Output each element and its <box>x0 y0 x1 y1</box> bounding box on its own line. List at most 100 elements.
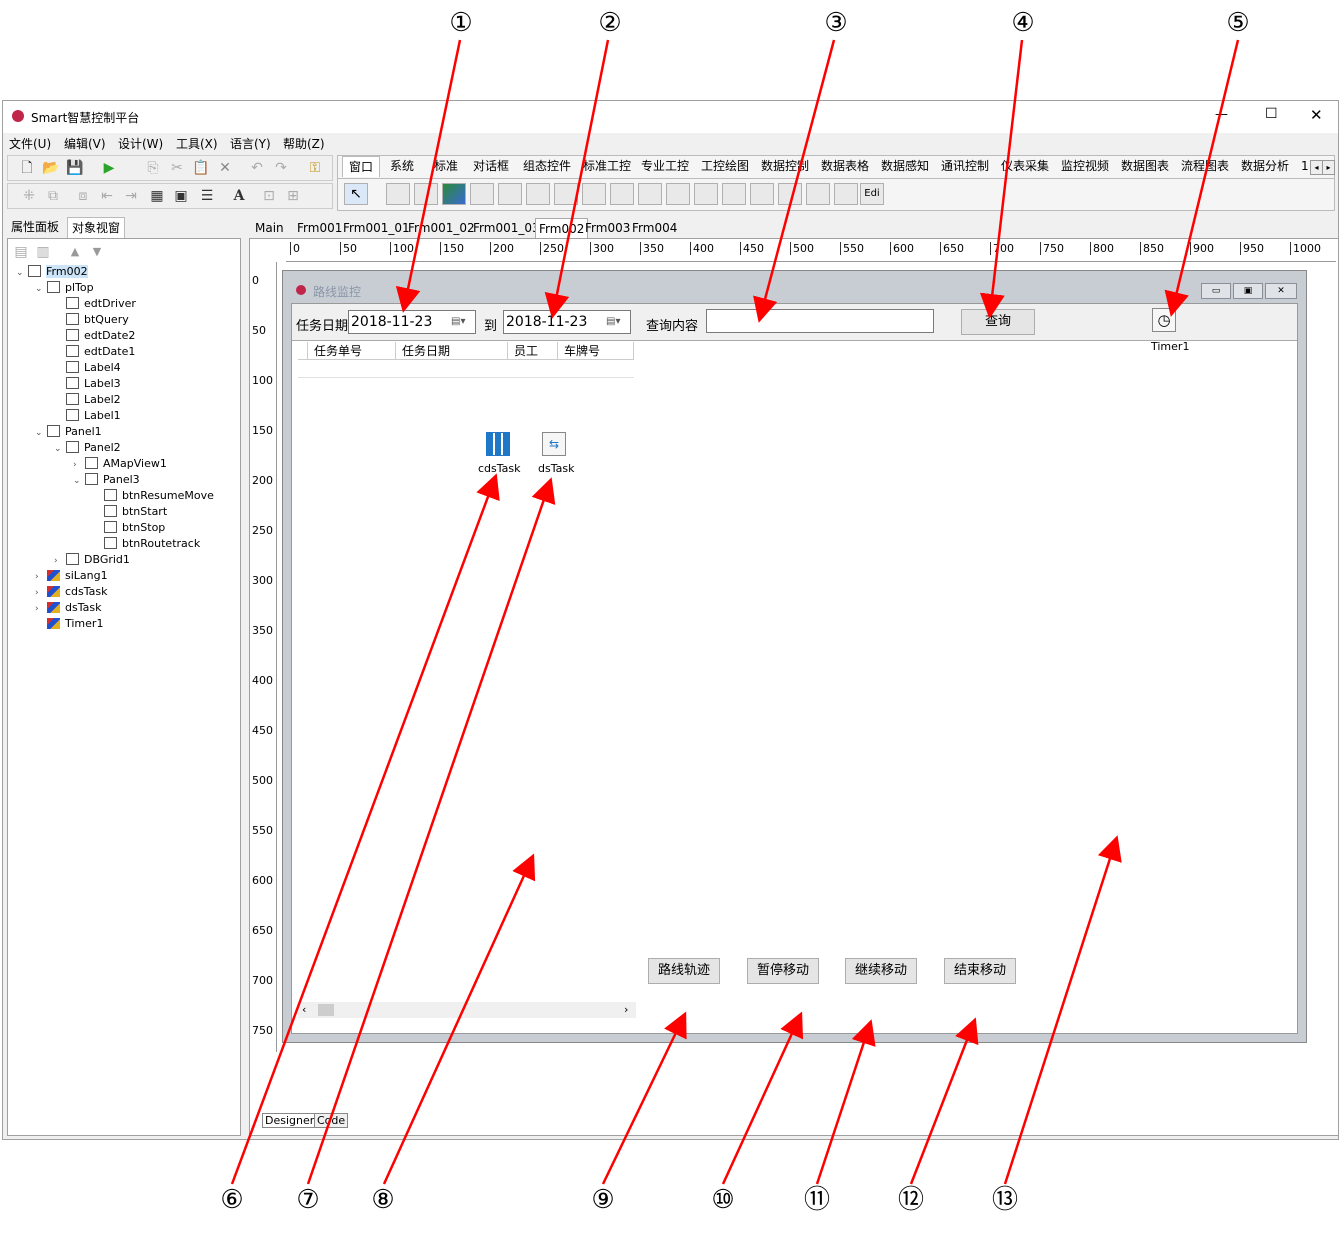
tree-node[interactable]: edtDate1 <box>54 345 135 359</box>
copy-icon[interactable]: ⎘ <box>144 159 162 177</box>
tree-node[interactable]: › DBGrid1 <box>54 553 130 567</box>
palette-tabcontrol-icon[interactable] <box>638 183 662 205</box>
calendar-dropdown-icon[interactable]: ▤▾ <box>451 314 473 330</box>
palette-tab-instrument[interactable]: 仪表采集 <box>1001 156 1049 176</box>
maximize-button[interactable]: ☐ <box>1265 106 1278 122</box>
palette-tab-video[interactable]: 监控视频 <box>1061 156 1109 176</box>
designer-tab-frm001-02[interactable]: Frm001_02 <box>408 218 475 238</box>
chevron-right-icon[interactable]: › <box>35 586 47 600</box>
scroll-thumb[interactable] <box>318 1004 334 1016</box>
menu-tools[interactable]: 工具(X) <box>176 135 218 152</box>
palette-tab-dialog[interactable]: 对话框 <box>473 156 509 176</box>
tab-object-view[interactable]: 对象视窗 <box>67 217 126 238</box>
menu-language[interactable]: 语言(Y) <box>230 135 271 152</box>
scroll-left-icon[interactable]: ‹ <box>302 1003 306 1016</box>
tree-collapse-icon[interactable]: ▤ <box>12 243 30 261</box>
grid-col-task-date[interactable]: 任务日期 <box>396 342 508 360</box>
tree-node[interactable]: btnRoutetrack <box>92 537 200 551</box>
palette-listview-icon[interactable] <box>722 183 746 205</box>
save-icon[interactable]: 💾 <box>66 159 84 177</box>
form-minimize-button[interactable]: ▭ <box>1201 283 1231 299</box>
palette-datetime-icon[interactable] <box>806 183 830 205</box>
palette-statusbar-icon[interactable] <box>778 183 802 205</box>
chevron-right-icon[interactable]: › <box>54 554 66 568</box>
component-2-icon[interactable]: ▣ <box>172 187 190 205</box>
grid-col-plate-no[interactable]: 车牌号 <box>558 342 634 360</box>
designer-tab-frm004[interactable]: Frm004 <box>632 218 677 238</box>
tree-node[interactable]: ⌄ Panel2 <box>54 441 121 455</box>
palette-edit-icon[interactable]: Edi <box>860 183 884 205</box>
move-down-icon[interactable]: ▼ <box>88 243 106 261</box>
form-close-button[interactable]: ✕ <box>1265 283 1297 299</box>
dstask-component-icon[interactable]: ⇆ <box>542 432 566 456</box>
chevron-down-icon[interactable]: ⌄ <box>35 282 47 296</box>
tab-designer[interactable]: Designer <box>262 1113 318 1128</box>
tab-property-panel[interactable]: 属性面板 <box>11 217 59 237</box>
palette-header-icon[interactable] <box>750 183 774 205</box>
key-icon[interactable]: ⚿ <box>306 159 324 177</box>
palette-tab-config-controls[interactable]: 组态控件 <box>523 156 571 176</box>
tree-node[interactable]: ⌄ plTop <box>35 281 94 295</box>
new-file-icon[interactable]: 🗋 <box>18 159 36 177</box>
tree-node[interactable]: Label4 <box>54 361 121 375</box>
grid-col-employee[interactable]: 员工 <box>508 342 558 360</box>
query-button[interactable]: 查询 <box>961 309 1035 335</box>
designer-tab-frm002[interactable]: Frm002 <box>535 218 589 239</box>
menu-file[interactable]: 文件(U) <box>9 135 51 152</box>
tree-node[interactable]: ⌄ Frm002 <box>16 265 88 279</box>
task-grid[interactable]: 任务单号 任务日期 员工 车牌号 ‹ › <box>298 342 636 1018</box>
palette-tab-data-chart[interactable]: 数据图表 <box>1121 156 1169 176</box>
tree-expand-icon[interactable]: ▥ <box>34 243 52 261</box>
menu-help[interactable]: 帮助(Z) <box>283 135 325 152</box>
chevron-right-icon[interactable]: › <box>35 602 47 616</box>
redo-icon[interactable]: ↷ <box>272 159 290 177</box>
tree-node[interactable]: › siLang1 <box>35 569 108 583</box>
palette-animate-icon[interactable] <box>834 183 858 205</box>
list-icon[interactable]: ☰ <box>198 187 216 205</box>
pause-move-button[interactable]: 暂停移动 <box>747 958 819 984</box>
move-up-icon[interactable]: ▲ <box>66 243 84 261</box>
date-to-picker[interactable]: 2018-11-23 ▤▾ <box>503 310 631 334</box>
align-right-icon[interactable]: ⇥ <box>122 187 140 205</box>
designer-tab-frm003[interactable]: Frm003 <box>585 218 630 238</box>
designer-tab-frm001-01[interactable]: Frm001_01 <box>343 218 410 238</box>
tab-code[interactable]: Code <box>314 1113 349 1128</box>
palette-tab-data-sense[interactable]: 数据感知 <box>881 156 929 176</box>
palette-image-icon[interactable] <box>442 183 466 205</box>
palette-progress-icon[interactable] <box>526 183 550 205</box>
bring-front-icon[interactable]: ⧉ <box>44 187 62 205</box>
end-move-button[interactable]: 结束移动 <box>944 958 1016 984</box>
palette-tab-industrial-drawing[interactable]: 工控绘图 <box>701 156 749 176</box>
designer-tab-frm001[interactable]: Frm001 <box>297 218 342 238</box>
tree-node[interactable]: ⌄ Panel3 <box>73 473 140 487</box>
menu-design[interactable]: 设计(W) <box>118 135 163 152</box>
ungroup-icon[interactable]: ⊞ <box>284 187 302 205</box>
align-left-icon[interactable]: ⇤ <box>98 187 116 205</box>
calendar-dropdown-icon[interactable]: ▤▾ <box>606 314 628 330</box>
palette-popupmenu-icon[interactable] <box>414 183 438 205</box>
palette-mainmenu-icon[interactable] <box>386 183 410 205</box>
chevron-down-icon[interactable]: ⌄ <box>54 442 66 456</box>
palette-tab-data-grid[interactable]: 数据表格 <box>821 156 869 176</box>
query-input[interactable] <box>706 309 934 333</box>
scroll-right-icon[interactable]: › <box>624 1003 628 1016</box>
undo-icon[interactable]: ↶ <box>248 159 266 177</box>
tree-node[interactable]: btnStart <box>92 505 167 519</box>
open-folder-icon[interactable]: 📂 <box>42 159 60 177</box>
tree-node[interactable]: › cdsTask <box>35 585 108 599</box>
chevron-down-icon[interactable]: ⌄ <box>73 474 85 488</box>
tree-node[interactable]: edtDate2 <box>54 329 135 343</box>
route-monitor-form[interactable]: 路线监控 ▭ ▣ ✕ 任务日期 2018-11-23 ▤▾ 到 2018-11-… <box>282 270 1307 1043</box>
run-icon[interactable]: ▶ <box>100 159 118 177</box>
route-track-button[interactable]: 路线轨迹 <box>648 958 720 984</box>
tree-node[interactable]: Label1 <box>54 409 121 423</box>
tree-node[interactable]: ⌄ Panel1 <box>35 425 102 439</box>
palette-tab-standard[interactable]: 标准 <box>434 156 458 176</box>
align-grid-icon[interactable]: ⁜ <box>20 187 38 205</box>
palette-tab-std-industrial[interactable]: 标准工控 <box>583 156 631 176</box>
tree-node[interactable]: Label3 <box>54 377 121 391</box>
tree-node[interactable]: Timer1 <box>35 617 103 631</box>
palette-tab-more[interactable]: 1 <box>1301 156 1309 176</box>
tree-node[interactable]: edtDriver <box>54 297 136 311</box>
cut-icon[interactable]: ✂ <box>168 159 186 177</box>
